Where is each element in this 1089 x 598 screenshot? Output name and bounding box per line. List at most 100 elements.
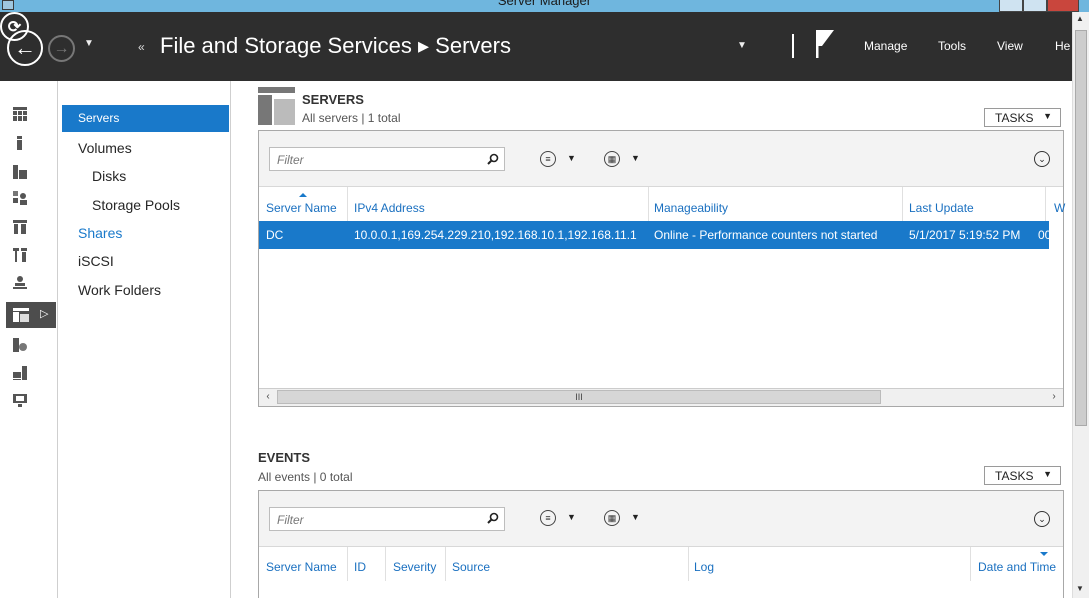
vertical-scroll-thumb[interactable] [1075,30,1087,426]
maximize-button[interactable] [1023,0,1047,12]
events-section-subtitle: All events | 0 total [258,470,353,484]
list-options-dropdown-icon[interactable]: ▼ [567,153,576,163]
back-arrow-icon[interactable]: ← [7,30,43,66]
column-separator[interactable] [347,547,348,581]
col-last-update[interactable]: Last Update [909,201,974,215]
events-grid: Filter ≡ ▼ ▦ ▼ ⌄ Server Name ID Severity… [258,490,1064,598]
all-servers-icon[interactable] [13,165,27,179]
servers-tasks-label: TASKS [995,111,1034,125]
rail-item-file-storage-active[interactable]: ▷ [6,302,56,328]
servers-tasks-button[interactable]: TASKS ▼ [984,108,1061,127]
menu-view[interactable]: View [997,39,1023,53]
events-section-title: EVENTS [258,450,311,465]
window-controls [999,0,1079,12]
list-options-dropdown-icon[interactable]: ▼ [567,512,576,522]
scroll-left-icon[interactable]: ‹ [261,390,275,404]
remote-desktop-icon[interactable] [13,393,27,407]
nav-item-volumes[interactable]: Volumes [78,140,132,156]
nav-item-iscsi[interactable]: iSCSI [78,253,114,269]
cell-last-update: 5/1/2017 5:19:52 PM [909,228,1021,242]
scroll-thumb[interactable]: III [277,390,881,404]
column-separator[interactable] [445,547,446,581]
scroll-up-icon[interactable]: ▲ [1076,14,1084,23]
nav-item-storage-pools[interactable]: Storage Pools [92,197,180,213]
col-ipv4-address[interactable]: IPv4 Address [354,201,425,215]
col-server-name[interactable]: Server Name [266,560,337,574]
column-separator[interactable] [688,547,689,581]
close-button[interactable] [1047,0,1079,12]
col-log[interactable]: Log [694,560,714,574]
save-query-dropdown-icon[interactable]: ▼ [631,153,640,163]
dhcp-icon[interactable] [13,220,27,234]
menu-manage[interactable]: Manage [864,39,907,53]
save-query-icon[interactable]: ▦ [604,151,620,167]
navigation-rail: ▷ [0,81,58,598]
file-storage-icon [13,308,29,322]
refresh-dropdown-icon[interactable]: ▼ [737,40,747,51]
sort-descending-icon [1040,552,1048,556]
history-dropdown-icon[interactable]: ▼ [84,38,94,49]
col-source[interactable]: Source [452,560,490,574]
col-id[interactable]: ID [354,560,366,574]
expand-arrow-icon: ▷ [40,308,49,320]
menu-help[interactable]: He [1055,39,1070,53]
col-w[interactable]: W [1054,201,1065,215]
iis-icon[interactable] [13,338,27,352]
window-title: Server Manager [497,0,592,8]
expand-collapse-icon[interactable]: ⌄ [1034,151,1050,167]
remote-access-icon[interactable] [13,366,27,380]
file-storage-nav-tree: Servers Volumes Disks Storage Pools Shar… [59,81,231,598]
search-icon[interactable] [487,512,499,524]
cell-server-name: DC [266,228,284,242]
sort-ascending-icon [299,193,307,197]
notifications-flag-icon[interactable] [814,29,836,59]
scroll-right-icon[interactable]: › [1047,390,1061,404]
cell-ipv4: 10.0.0.1,169.254.229.210,192.168.10.1,19… [354,228,637,242]
minimize-button[interactable] [999,0,1023,12]
table-row[interactable]: DC 10.0.0.1,169.254.229.210,192.168.10.1… [259,221,1051,249]
column-separator[interactable] [648,187,649,221]
nav-item-servers[interactable]: Servers [62,105,229,132]
events-tasks-button[interactable]: TASKS ▼ [984,466,1061,485]
save-query-icon[interactable]: ▦ [604,510,620,526]
dns-icon[interactable] [13,248,27,262]
file-services-icon[interactable] [13,275,27,289]
ad-ds-icon[interactable] [13,191,27,205]
header-divider [792,34,794,58]
col-date-and-time[interactable]: Date and Time [978,560,1056,574]
expand-collapse-icon[interactable]: ⌄ [1034,511,1050,527]
events-tasks-label: TASKS [995,469,1034,483]
menu-tools[interactable]: Tools [938,39,966,53]
column-separator[interactable] [902,187,903,221]
servers-section-subtitle: All servers | 1 total [302,111,401,125]
tasks-dropdown-icon: ▼ [1043,111,1052,121]
col-manageability[interactable]: Manageability [654,201,728,215]
nav-item-disks[interactable]: Disks [92,168,126,184]
servers-section-title: SERVERS [302,92,364,107]
cell-manageability: Online - Performance counters not starte… [654,228,878,242]
local-server-icon[interactable] [13,136,27,150]
servers-tile-icon [258,87,295,125]
column-separator[interactable] [347,187,348,221]
search-icon[interactable] [487,153,499,165]
column-separator[interactable] [385,547,386,581]
events-filter-input[interactable]: Filter [269,507,505,531]
forward-arrow-icon[interactable]: → [48,35,75,62]
window-title-bar[interactable]: Server Manager [0,0,1089,12]
nav-item-shares[interactable]: Shares [78,225,122,241]
list-options-icon[interactable]: ≡ [540,510,556,526]
list-options-icon[interactable]: ≡ [540,151,556,167]
nav-item-work-folders[interactable]: Work Folders [78,282,161,298]
servers-filter-input[interactable]: Filter [269,147,505,171]
column-separator[interactable] [970,547,971,581]
col-server-name[interactable]: Server Name [266,201,337,215]
column-separator[interactable] [1045,187,1046,221]
save-query-dropdown-icon[interactable]: ▼ [631,512,640,522]
window-vertical-scrollbar[interactable]: ▲ ▼ [1072,12,1089,598]
col-severity[interactable]: Severity [393,560,436,574]
breadcrumb: File and Storage Services ▸ Servers [160,33,511,58]
servers-horizontal-scrollbar[interactable]: ‹ III › [259,388,1063,406]
scroll-down-icon[interactable]: ▼ [1076,584,1084,593]
breadcrumb-overflow-icon[interactable]: « [138,40,145,54]
dashboard-icon[interactable] [13,107,27,121]
